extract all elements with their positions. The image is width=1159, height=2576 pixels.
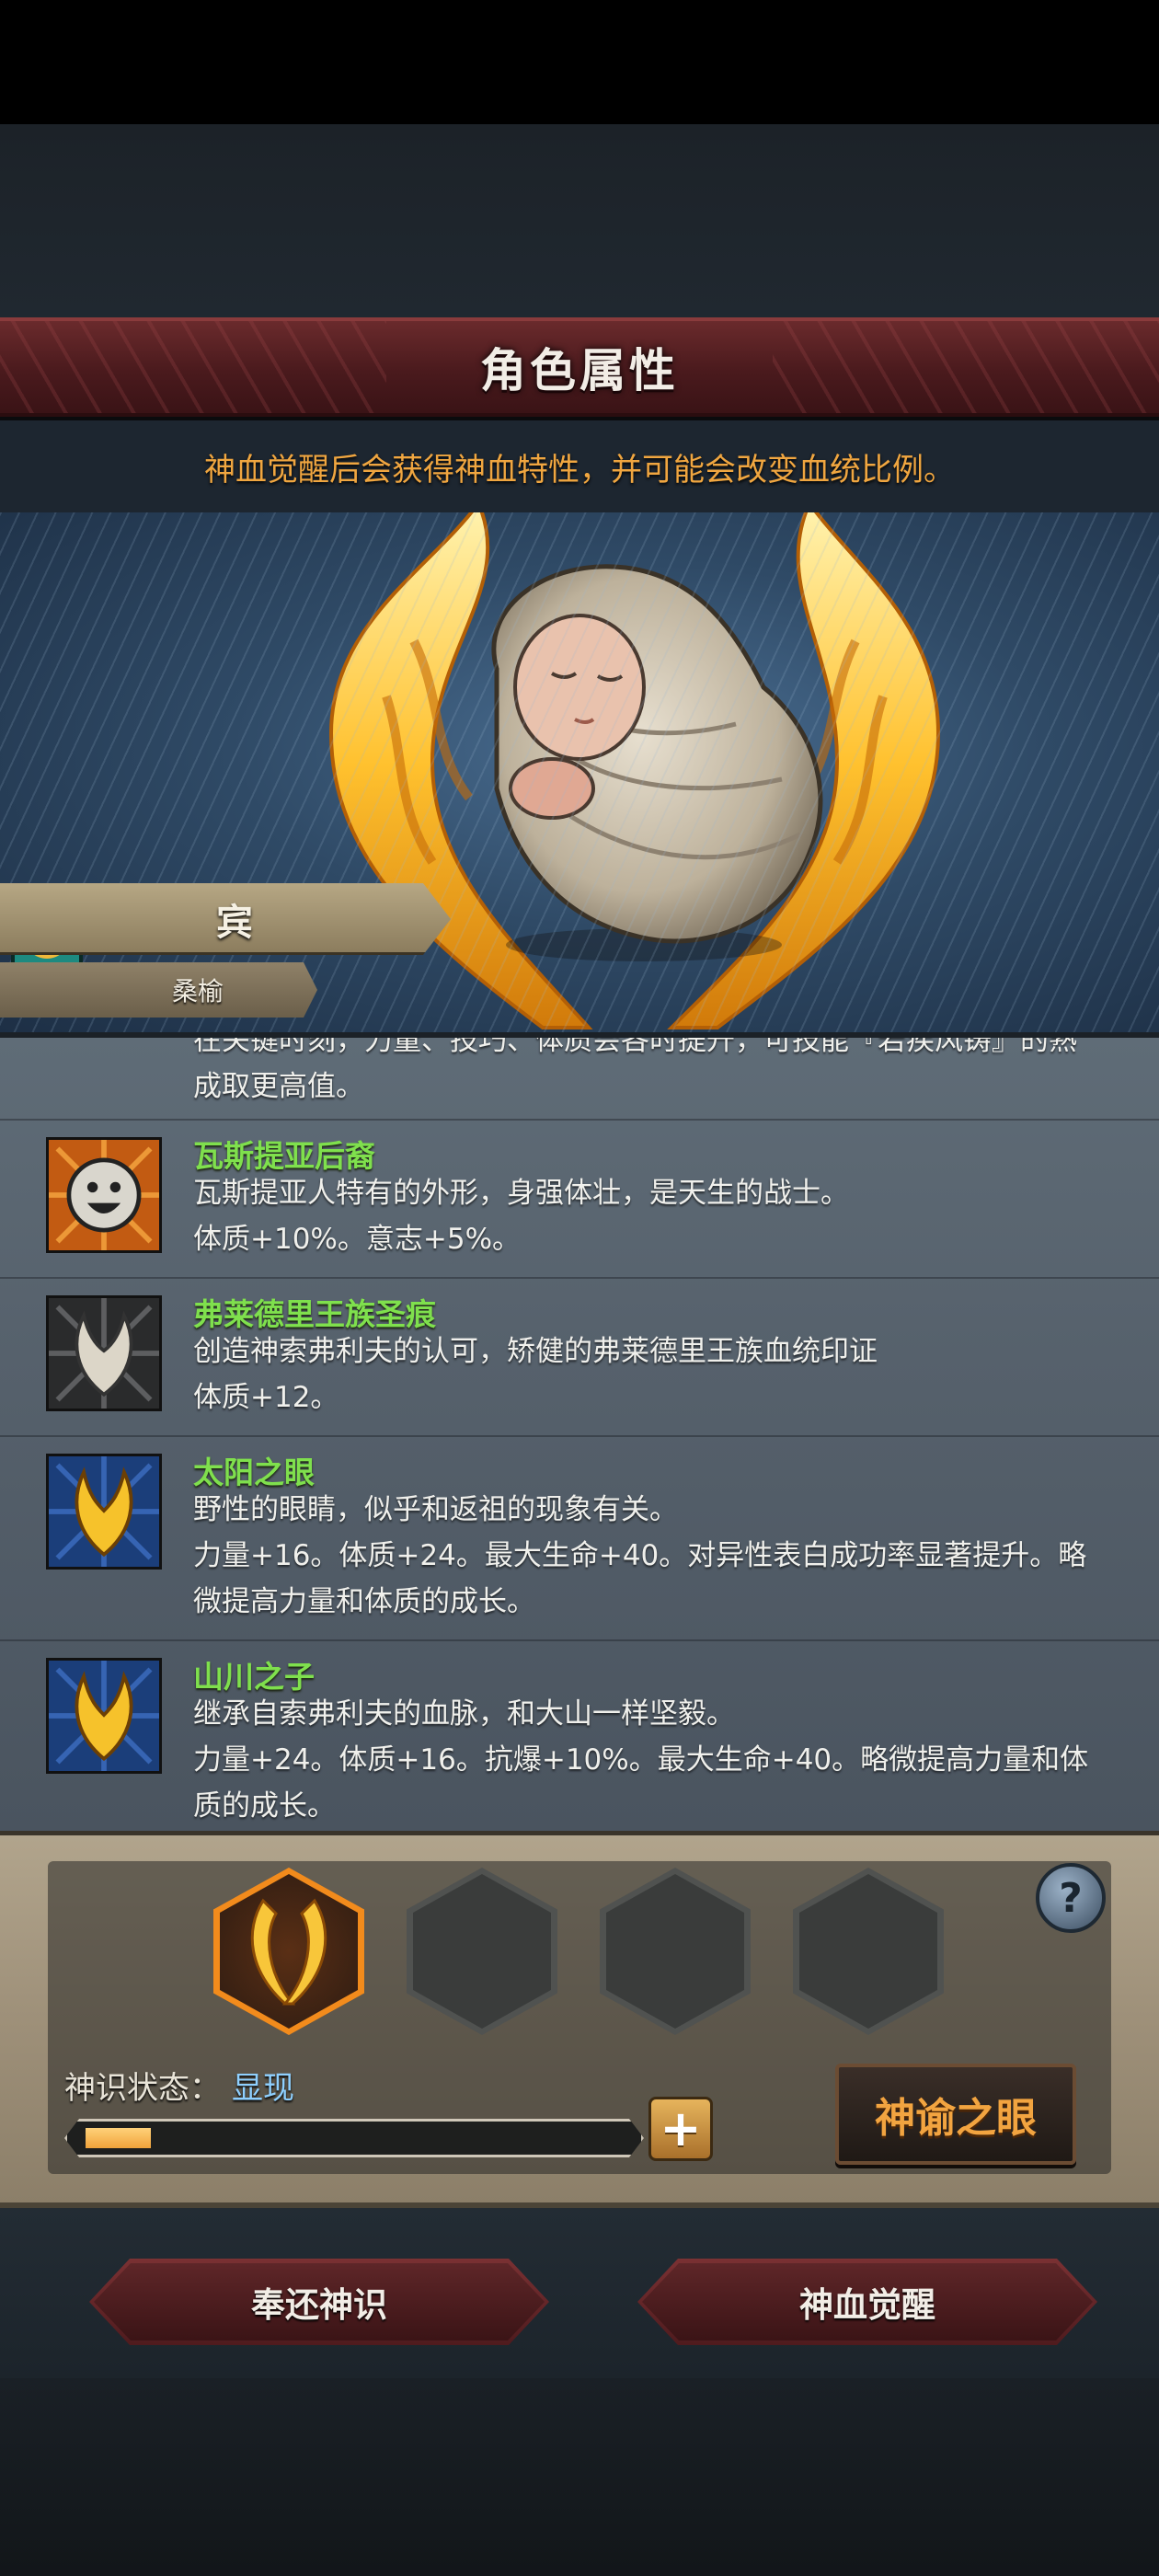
divine-status-value: 显现: [232, 2070, 294, 2107]
trait-desc-line: 创造神索弗利夫的认可，矫健的弗莱德里王族血统印证: [193, 1335, 878, 1368]
divine-progress-bar: [64, 2119, 644, 2157]
question-mark-icon: ?: [1059, 1874, 1083, 1922]
oracle-eye-button[interactable]: 神谕之眼: [835, 2064, 1076, 2165]
trait-desc-line: 质的成长。: [193, 1789, 336, 1823]
header-backdrop: [0, 124, 1159, 317]
trait-name: 弗莱德里王族圣痕: [193, 1296, 436, 1332]
golden-flame-crest-icon: [46, 1454, 162, 1570]
trait-desc-line: 微提高力量和体质的成长。: [193, 1585, 535, 1618]
page-title: 角色属性: [480, 344, 679, 397]
return-divinity-label: 奉还神识: [251, 2285, 387, 2325]
trait-list[interactable]: 在关键时刻，力量、技巧、体质会各时提升，可技能『若疾风铸』的熟 成取更高值。 瓦…: [0, 1032, 1159, 1831]
divine-awaken-label: 神血觉醒: [799, 2285, 935, 2325]
trait-desc-line: 体质+10%。意志+5%。: [193, 1223, 522, 1256]
golden-wings-icon: [250, 1898, 327, 2006]
character-name-plate: 宾: [0, 883, 451, 955]
return-divinity-button[interactable]: 奉还神识: [89, 2259, 549, 2345]
divine-status-label: 神识状态：: [64, 2070, 221, 2107]
help-button[interactable]: ?: [1036, 1863, 1106, 1933]
add-button[interactable]: +: [648, 2097, 713, 2161]
oracle-eye-label: 神谕之眼: [875, 2095, 1037, 2142]
bottom-backdrop: [0, 2378, 1159, 2576]
trait-name: 太阳之眼: [193, 1455, 315, 1490]
banner-ornament-left: [0, 321, 386, 413]
list-item[interactable]: 瓦斯提亚后裔 瓦斯提亚人特有的外形，身强体壮，是天生的战士。 体质+10%。意志…: [0, 1121, 1159, 1279]
trait-desc-line: 成取更高值。: [193, 1070, 364, 1103]
list-item[interactable]: 山川之子 继承自索弗利夫的血脉，和大山一样坚毅。 力量+24。体质+16。抗爆+…: [0, 1641, 1159, 1831]
plus-icon: +: [660, 2099, 702, 2157]
list-item[interactable]: 太阳之眼 野性的眼睛，似乎和返祖的现象有关。 力量+16。体质+24。最大生命+…: [0, 1437, 1159, 1641]
divine-awaken-button[interactable]: 神血觉醒: [637, 2259, 1097, 2345]
trait-desc-line: 力量+24。体质+16。抗爆+10%。最大生命+40。略微提高力量和体: [193, 1743, 1089, 1777]
status-bar-area: [0, 0, 1159, 124]
smiling-face-icon: [46, 1137, 162, 1253]
trait-name: 山川之子: [193, 1659, 315, 1695]
character-name: 宾: [216, 902, 253, 944]
trait-desc-line: 野性的眼睛，似乎和返祖的现象有关。: [193, 1493, 678, 1526]
character-class-plate: 桑榆: [0, 962, 317, 1018]
trait-desc-line: 力量+16。体质+24。最大生命+40。对异性表白成功率显著提升。略: [193, 1539, 1087, 1572]
title-banner: 角色属性: [0, 317, 1159, 417]
trait-desc-line: 在关键时刻，力量、技巧、体质会各时提升，可技能『若疾风铸』的熟: [193, 1032, 1077, 1057]
character-class: 桑榆: [171, 976, 224, 1006]
list-item: 在关键时刻，力量、技巧、体质会各时提升，可技能『若疾风铸』的熟 成取更高值。: [0, 1038, 1159, 1121]
golden-flame-crest-icon: [46, 1658, 162, 1774]
progress-fill: [86, 2128, 151, 2148]
trait-desc-line: 体质+12。: [193, 1381, 339, 1414]
silver-wings-crest-icon: [46, 1295, 162, 1411]
trait-desc-line: 瓦斯提亚人特有的外形，身强体壮，是天生的战士。: [193, 1177, 849, 1210]
trait-desc-line: 继承自索弗利夫的血脉，和大山一样坚毅。: [193, 1697, 735, 1731]
list-item[interactable]: 弗莱德里王族圣痕 创造神索弗利夫的认可，矫健的弗莱德里王族血统印证 体质+12。: [0, 1279, 1159, 1437]
trait-name: 瓦斯提亚后裔: [193, 1138, 375, 1174]
hint-text: 神血觉醒后会获得神血特性，并可能会改变血统比例。: [0, 420, 1159, 512]
banner-ornament-right: [773, 321, 1159, 413]
